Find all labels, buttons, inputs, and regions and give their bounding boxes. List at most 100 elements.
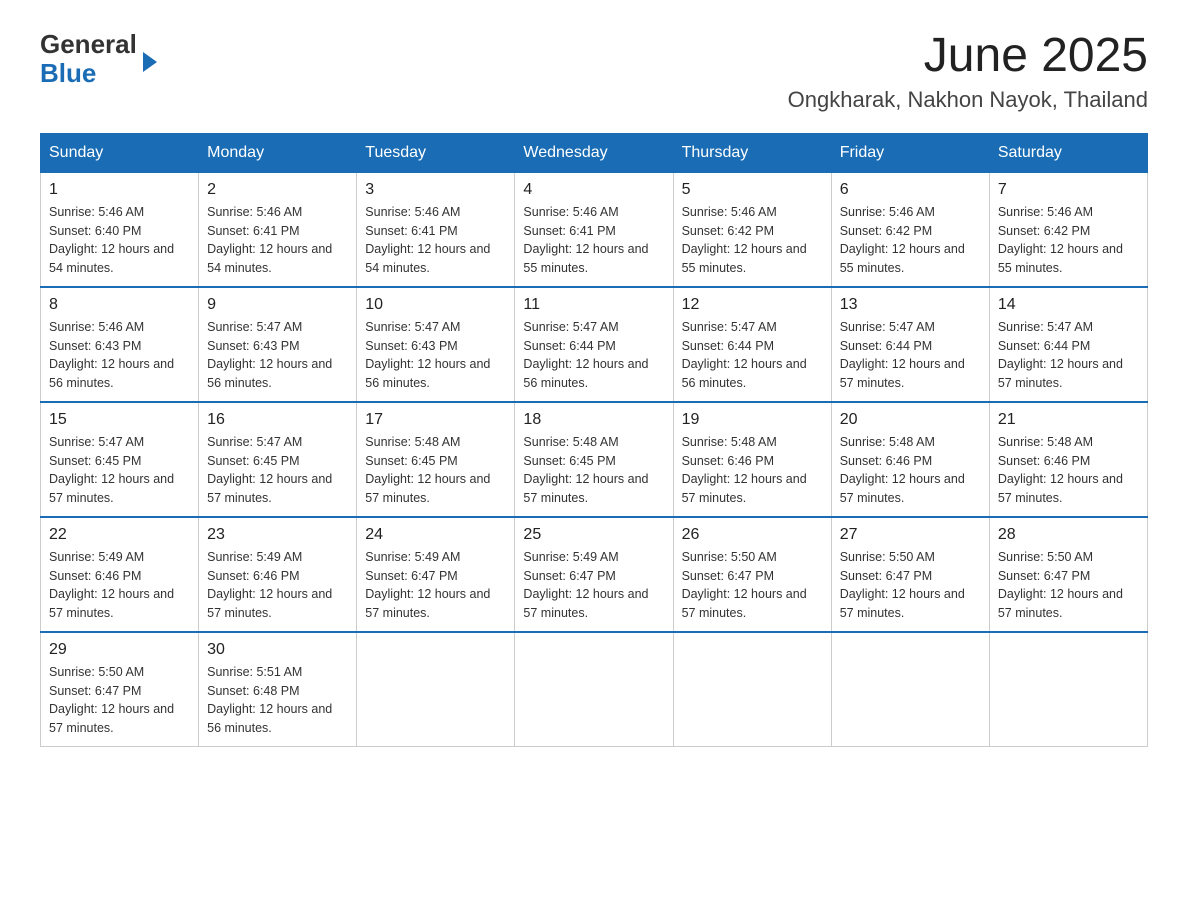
- day-number: 29: [49, 641, 190, 659]
- day-info: Sunrise: 5:49 AM Sunset: 6:47 PM Dayligh…: [523, 548, 664, 623]
- day-info: Sunrise: 5:46 AM Sunset: 6:41 PM Dayligh…: [523, 203, 664, 278]
- day-info: Sunrise: 5:50 AM Sunset: 6:47 PM Dayligh…: [49, 663, 190, 738]
- day-info: Sunrise: 5:47 AM Sunset: 6:43 PM Dayligh…: [365, 318, 506, 393]
- day-info: Sunrise: 5:47 AM Sunset: 6:43 PM Dayligh…: [207, 318, 348, 393]
- col-thursday: Thursday: [673, 133, 831, 172]
- day-number: 20: [840, 411, 981, 429]
- table-row: 18 Sunrise: 5:48 AM Sunset: 6:45 PM Dayl…: [515, 402, 673, 517]
- day-info: Sunrise: 5:46 AM Sunset: 6:42 PM Dayligh…: [998, 203, 1139, 278]
- day-info: Sunrise: 5:46 AM Sunset: 6:41 PM Dayligh…: [365, 203, 506, 278]
- day-number: 6: [840, 181, 981, 199]
- logo-blue-text: Blue: [40, 59, 137, 88]
- day-number: 16: [207, 411, 348, 429]
- day-number: 17: [365, 411, 506, 429]
- calendar-week-row: 15 Sunrise: 5:47 AM Sunset: 6:45 PM Dayl…: [41, 402, 1148, 517]
- table-row: 17 Sunrise: 5:48 AM Sunset: 6:45 PM Dayl…: [357, 402, 515, 517]
- table-row: [831, 632, 989, 747]
- logo-general-text: General: [40, 30, 137, 59]
- day-info: Sunrise: 5:46 AM Sunset: 6:43 PM Dayligh…: [49, 318, 190, 393]
- table-row: 2 Sunrise: 5:46 AM Sunset: 6:41 PM Dayli…: [199, 172, 357, 287]
- day-number: 14: [998, 296, 1139, 314]
- day-number: 4: [523, 181, 664, 199]
- day-number: 15: [49, 411, 190, 429]
- table-row: [989, 632, 1147, 747]
- logo-arrow-icon: [143, 52, 157, 72]
- col-wednesday: Wednesday: [515, 133, 673, 172]
- table-row: 13 Sunrise: 5:47 AM Sunset: 6:44 PM Dayl…: [831, 287, 989, 402]
- col-sunday: Sunday: [41, 133, 199, 172]
- day-number: 19: [682, 411, 823, 429]
- day-info: Sunrise: 5:47 AM Sunset: 6:44 PM Dayligh…: [998, 318, 1139, 393]
- table-row: 3 Sunrise: 5:46 AM Sunset: 6:41 PM Dayli…: [357, 172, 515, 287]
- day-info: Sunrise: 5:50 AM Sunset: 6:47 PM Dayligh…: [998, 548, 1139, 623]
- day-number: 2: [207, 181, 348, 199]
- table-row: 12 Sunrise: 5:47 AM Sunset: 6:44 PM Dayl…: [673, 287, 831, 402]
- day-info: Sunrise: 5:47 AM Sunset: 6:44 PM Dayligh…: [523, 318, 664, 393]
- table-row: 19 Sunrise: 5:48 AM Sunset: 6:46 PM Dayl…: [673, 402, 831, 517]
- day-info: Sunrise: 5:47 AM Sunset: 6:44 PM Dayligh…: [682, 318, 823, 393]
- calendar-header-row: Sunday Monday Tuesday Wednesday Thursday…: [41, 133, 1148, 172]
- title-block: June 2025 Ongkharak, Nakhon Nayok, Thail…: [788, 30, 1148, 113]
- day-info: Sunrise: 5:47 AM Sunset: 6:44 PM Dayligh…: [840, 318, 981, 393]
- table-row: 15 Sunrise: 5:47 AM Sunset: 6:45 PM Dayl…: [41, 402, 199, 517]
- calendar-week-row: 1 Sunrise: 5:46 AM Sunset: 6:40 PM Dayli…: [41, 172, 1148, 287]
- logo: General Blue: [40, 30, 157, 87]
- table-row: 30 Sunrise: 5:51 AM Sunset: 6:48 PM Dayl…: [199, 632, 357, 747]
- table-row: 21 Sunrise: 5:48 AM Sunset: 6:46 PM Dayl…: [989, 402, 1147, 517]
- calendar-subtitle: Ongkharak, Nakhon Nayok, Thailand: [788, 87, 1148, 113]
- day-info: Sunrise: 5:47 AM Sunset: 6:45 PM Dayligh…: [207, 433, 348, 508]
- day-number: 18: [523, 411, 664, 429]
- day-info: Sunrise: 5:48 AM Sunset: 6:45 PM Dayligh…: [365, 433, 506, 508]
- day-number: 1: [49, 181, 190, 199]
- day-number: 8: [49, 296, 190, 314]
- table-row: 29 Sunrise: 5:50 AM Sunset: 6:47 PM Dayl…: [41, 632, 199, 747]
- day-number: 24: [365, 526, 506, 544]
- table-row: 14 Sunrise: 5:47 AM Sunset: 6:44 PM Dayl…: [989, 287, 1147, 402]
- table-row: 1 Sunrise: 5:46 AM Sunset: 6:40 PM Dayli…: [41, 172, 199, 287]
- day-number: 7: [998, 181, 1139, 199]
- day-info: Sunrise: 5:46 AM Sunset: 6:40 PM Dayligh…: [49, 203, 190, 278]
- day-info: Sunrise: 5:46 AM Sunset: 6:41 PM Dayligh…: [207, 203, 348, 278]
- day-info: Sunrise: 5:50 AM Sunset: 6:47 PM Dayligh…: [840, 548, 981, 623]
- table-row: 24 Sunrise: 5:49 AM Sunset: 6:47 PM Dayl…: [357, 517, 515, 632]
- day-info: Sunrise: 5:48 AM Sunset: 6:45 PM Dayligh…: [523, 433, 664, 508]
- table-row: 11 Sunrise: 5:47 AM Sunset: 6:44 PM Dayl…: [515, 287, 673, 402]
- day-number: 23: [207, 526, 348, 544]
- day-number: 9: [207, 296, 348, 314]
- day-number: 3: [365, 181, 506, 199]
- table-row: [673, 632, 831, 747]
- table-row: 20 Sunrise: 5:48 AM Sunset: 6:46 PM Dayl…: [831, 402, 989, 517]
- table-row: 27 Sunrise: 5:50 AM Sunset: 6:47 PM Dayl…: [831, 517, 989, 632]
- day-info: Sunrise: 5:46 AM Sunset: 6:42 PM Dayligh…: [840, 203, 981, 278]
- day-number: 10: [365, 296, 506, 314]
- page-header: General Blue June 2025 Ongkharak, Nakhon…: [40, 30, 1148, 113]
- table-row: 7 Sunrise: 5:46 AM Sunset: 6:42 PM Dayli…: [989, 172, 1147, 287]
- table-row: 6 Sunrise: 5:46 AM Sunset: 6:42 PM Dayli…: [831, 172, 989, 287]
- day-number: 21: [998, 411, 1139, 429]
- table-row: 10 Sunrise: 5:47 AM Sunset: 6:43 PM Dayl…: [357, 287, 515, 402]
- day-info: Sunrise: 5:47 AM Sunset: 6:45 PM Dayligh…: [49, 433, 190, 508]
- day-info: Sunrise: 5:48 AM Sunset: 6:46 PM Dayligh…: [998, 433, 1139, 508]
- day-number: 13: [840, 296, 981, 314]
- table-row: 25 Sunrise: 5:49 AM Sunset: 6:47 PM Dayl…: [515, 517, 673, 632]
- day-info: Sunrise: 5:50 AM Sunset: 6:47 PM Dayligh…: [682, 548, 823, 623]
- calendar-title: June 2025: [788, 30, 1148, 83]
- calendar-week-row: 22 Sunrise: 5:49 AM Sunset: 6:46 PM Dayl…: [41, 517, 1148, 632]
- day-number: 25: [523, 526, 664, 544]
- day-number: 5: [682, 181, 823, 199]
- table-row: 4 Sunrise: 5:46 AM Sunset: 6:41 PM Dayli…: [515, 172, 673, 287]
- col-tuesday: Tuesday: [357, 133, 515, 172]
- day-info: Sunrise: 5:46 AM Sunset: 6:42 PM Dayligh…: [682, 203, 823, 278]
- table-row: 26 Sunrise: 5:50 AM Sunset: 6:47 PM Dayl…: [673, 517, 831, 632]
- calendar-table: Sunday Monday Tuesday Wednesday Thursday…: [40, 133, 1148, 747]
- col-saturday: Saturday: [989, 133, 1147, 172]
- table-row: [515, 632, 673, 747]
- table-row: 22 Sunrise: 5:49 AM Sunset: 6:46 PM Dayl…: [41, 517, 199, 632]
- table-row: 5 Sunrise: 5:46 AM Sunset: 6:42 PM Dayli…: [673, 172, 831, 287]
- day-info: Sunrise: 5:48 AM Sunset: 6:46 PM Dayligh…: [840, 433, 981, 508]
- day-info: Sunrise: 5:49 AM Sunset: 6:46 PM Dayligh…: [49, 548, 190, 623]
- table-row: [357, 632, 515, 747]
- day-info: Sunrise: 5:49 AM Sunset: 6:47 PM Dayligh…: [365, 548, 506, 623]
- table-row: 9 Sunrise: 5:47 AM Sunset: 6:43 PM Dayli…: [199, 287, 357, 402]
- day-info: Sunrise: 5:48 AM Sunset: 6:46 PM Dayligh…: [682, 433, 823, 508]
